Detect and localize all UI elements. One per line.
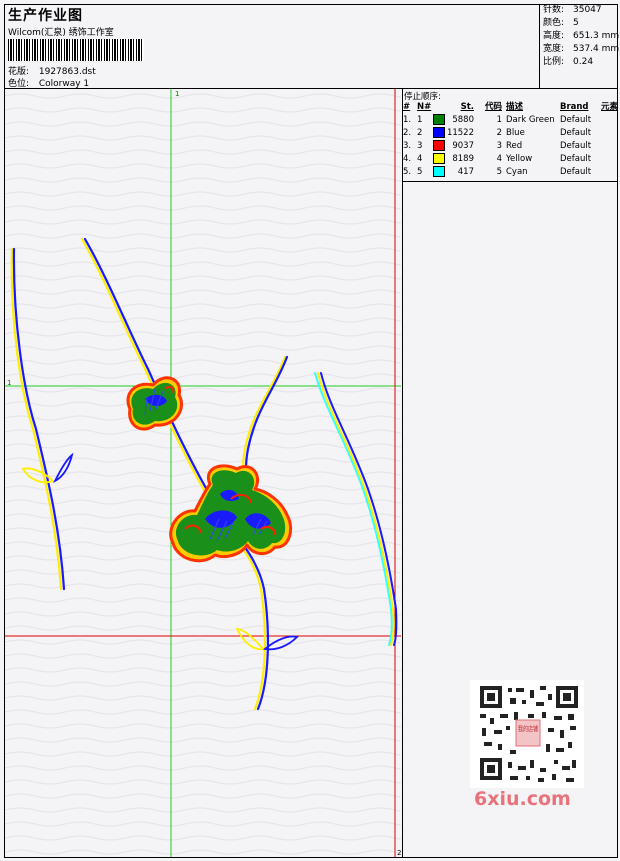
color-row: 5. 5 417 5 Cyan Default (403, 166, 592, 177)
color-row: 4. 4 8189 4 Yellow Default (403, 153, 592, 164)
studio-name: Wilcom(汇泉) 绣饰工作室 (8, 28, 114, 38)
guide-marker-top: 1 (175, 90, 179, 98)
color-table-header: # N# St. 代码 描述 Brand 元素 (403, 102, 618, 112)
stat-stitches: 针数: 35047 (543, 5, 602, 15)
color-table-divider (402, 181, 618, 182)
stat-scale: 比例: 0.24 (543, 57, 594, 67)
header-block: 生产作业图 Wilcom(汇泉) 绣饰工作室 花版: 1927863.dst 色… (4, 4, 543, 89)
qr-code: 我的店铺 (470, 680, 584, 788)
color-row: 3. 3 9037 3 Red Default (403, 140, 592, 151)
barcode (8, 39, 144, 61)
color-swatch (432, 127, 445, 138)
color-swatch (432, 140, 445, 151)
guide-marker-left: 1 (7, 379, 11, 387)
panel-divider (402, 88, 403, 858)
color-swatch (432, 166, 445, 177)
qr-badge-text: 我的店铺 (518, 724, 538, 733)
watermark-text: 6xiu.com (474, 788, 571, 810)
color-swatch (432, 114, 445, 125)
color-row: 1. 1 5880 1 Dark Green Default (403, 114, 592, 125)
color-sequence-panel: 停止顺序: # N# St. 代码 描述 Brand 元素 1. 1 5880 1 Da… (402, 89, 618, 181)
color-table: # N# St. 代码 描述 Brand 元素 1. 1 5880 1 Dark Gre… (403, 101, 618, 179)
stat-colors: 颜色: 5 (543, 18, 579, 28)
stats-panel: 针数: 35047 颜色: 5 高度: 651.3 mm 宽度: 537.4 mm 比例… (539, 4, 619, 88)
stat-width: 宽度: 537.4 mm (543, 44, 620, 54)
flower-upper (126, 376, 183, 431)
guide-marker-bottom: 2 (397, 849, 401, 857)
color-row: 2. 2 11522 2 Blue Default (403, 127, 592, 138)
sheet-title: 生产作业图 (8, 8, 83, 24)
embroidery-design: 1 1 2 (5, 89, 401, 857)
stat-height: 高度: 651.3 mm (543, 31, 620, 41)
color-swatch (432, 153, 445, 164)
qr-badge (515, 719, 541, 747)
